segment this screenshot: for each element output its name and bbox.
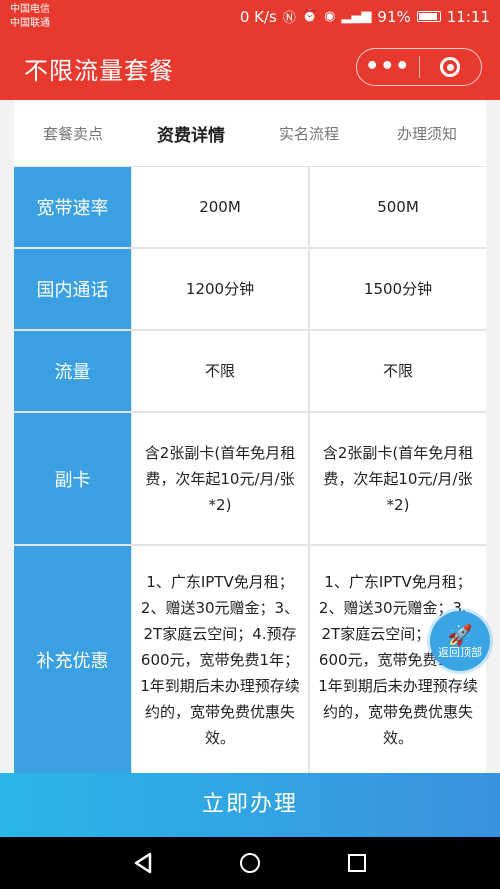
- signal-icon: ▂▄▆: [341, 9, 372, 24]
- status-bar: 中国电信 中国联通 0 K/s Ⓝ ⏰ ◉ ▂▄▆ 91% 11:11: [0, 0, 500, 34]
- carrier-1: 中国电信: [10, 4, 50, 15]
- battery-percent: 91%: [377, 7, 411, 26]
- table-row: 补充优惠 1、广东IPTV免月租；2、赠送30元赠金；3、2T家庭云空间；4.预…: [14, 546, 486, 776]
- alarm-icon: ⏰: [301, 9, 319, 24]
- title-bar: 不限流量套餐 •••: [0, 34, 500, 100]
- page-title: 不限流量套餐: [24, 57, 174, 85]
- network-speed: 0 K/s: [239, 7, 277, 26]
- tab-selling-points[interactable]: 套餐卖点: [14, 123, 132, 144]
- recents-nav-button[interactable]: [337, 843, 377, 883]
- carrier-2: 中国联通: [10, 18, 50, 29]
- table-row: 宽带速率 200M 500M: [14, 167, 486, 249]
- table-cell: 500M: [308, 167, 486, 247]
- close-button[interactable]: [420, 57, 482, 77]
- table-cell: 1500分钟: [308, 249, 486, 329]
- table-cell: 含2张副卡(首年免月租费，次年起10元/月/张*2): [144, 443, 296, 514]
- row-header: 补充优惠: [14, 546, 132, 774]
- tab-bar: 套餐卖点 资费详情 实名流程 办理须知: [14, 100, 486, 167]
- row-header: 副卡: [14, 413, 132, 544]
- back-to-top-label: 返回顶部: [438, 645, 482, 659]
- back-nav-button[interactable]: [123, 843, 163, 883]
- tab-fee-details[interactable]: 资费详情: [132, 121, 250, 146]
- table-cell: 不限: [204, 362, 235, 380]
- fee-table: 宽带速率 200M 500M 国内通话 1200分钟 1500分钟 流量 不限 …: [14, 167, 486, 776]
- battery-icon: [416, 11, 441, 22]
- table-cell: 1200分钟: [185, 280, 255, 298]
- row-header: 流量: [14, 331, 132, 411]
- system-navigation-bar: [0, 837, 500, 889]
- recents-square-icon: [347, 854, 366, 872]
- apply-now-button[interactable]: 立即办理: [0, 773, 500, 837]
- table-cell: 含2张副卡(首年免月租费，次年起10元/月/张*2): [308, 413, 486, 544]
- carrier-info: 中国电信 中国联通: [10, 3, 50, 31]
- tab-realname-process[interactable]: 实名流程: [250, 123, 368, 144]
- row-header: 国内通话: [14, 249, 132, 329]
- table-row: 国内通话 1200分钟 1500分钟: [14, 249, 486, 331]
- row-header: 宽带速率: [14, 167, 132, 247]
- table-row: 流量 不限 不限: [14, 331, 486, 413]
- back-to-top-button[interactable]: 🚀 返回顶部: [430, 611, 490, 671]
- home-nav-button[interactable]: [230, 843, 270, 883]
- table-cell: 不限: [308, 331, 486, 411]
- nfc-icon: Ⓝ: [282, 11, 296, 26]
- table-cell: 200M: [199, 198, 241, 216]
- rocket-icon: 🚀: [447, 622, 473, 647]
- table-cell: 1、广东IPTV免月租；2、赠送30元赠金；3、2T家庭云空间；4.预存600元…: [140, 573, 300, 747]
- mini-program-capsule: •••: [356, 48, 482, 86]
- clock: 11:11: [446, 7, 490, 26]
- status-indicators: 0 K/s Ⓝ ⏰ ◉ ▂▄▆ 91% 11:11: [239, 7, 490, 27]
- more-button[interactable]: •••: [357, 56, 419, 78]
- eye-icon: ◉: [324, 9, 336, 24]
- home-circle-icon: [239, 853, 260, 873]
- back-triangle-icon: [135, 852, 152, 874]
- tab-notes[interactable]: 办理须知: [368, 123, 486, 144]
- close-icon: [440, 57, 461, 77]
- table-row: 副卡 含2张副卡(首年免月租费，次年起10元/月/张*2) 含2张副卡(首年免月…: [14, 413, 486, 546]
